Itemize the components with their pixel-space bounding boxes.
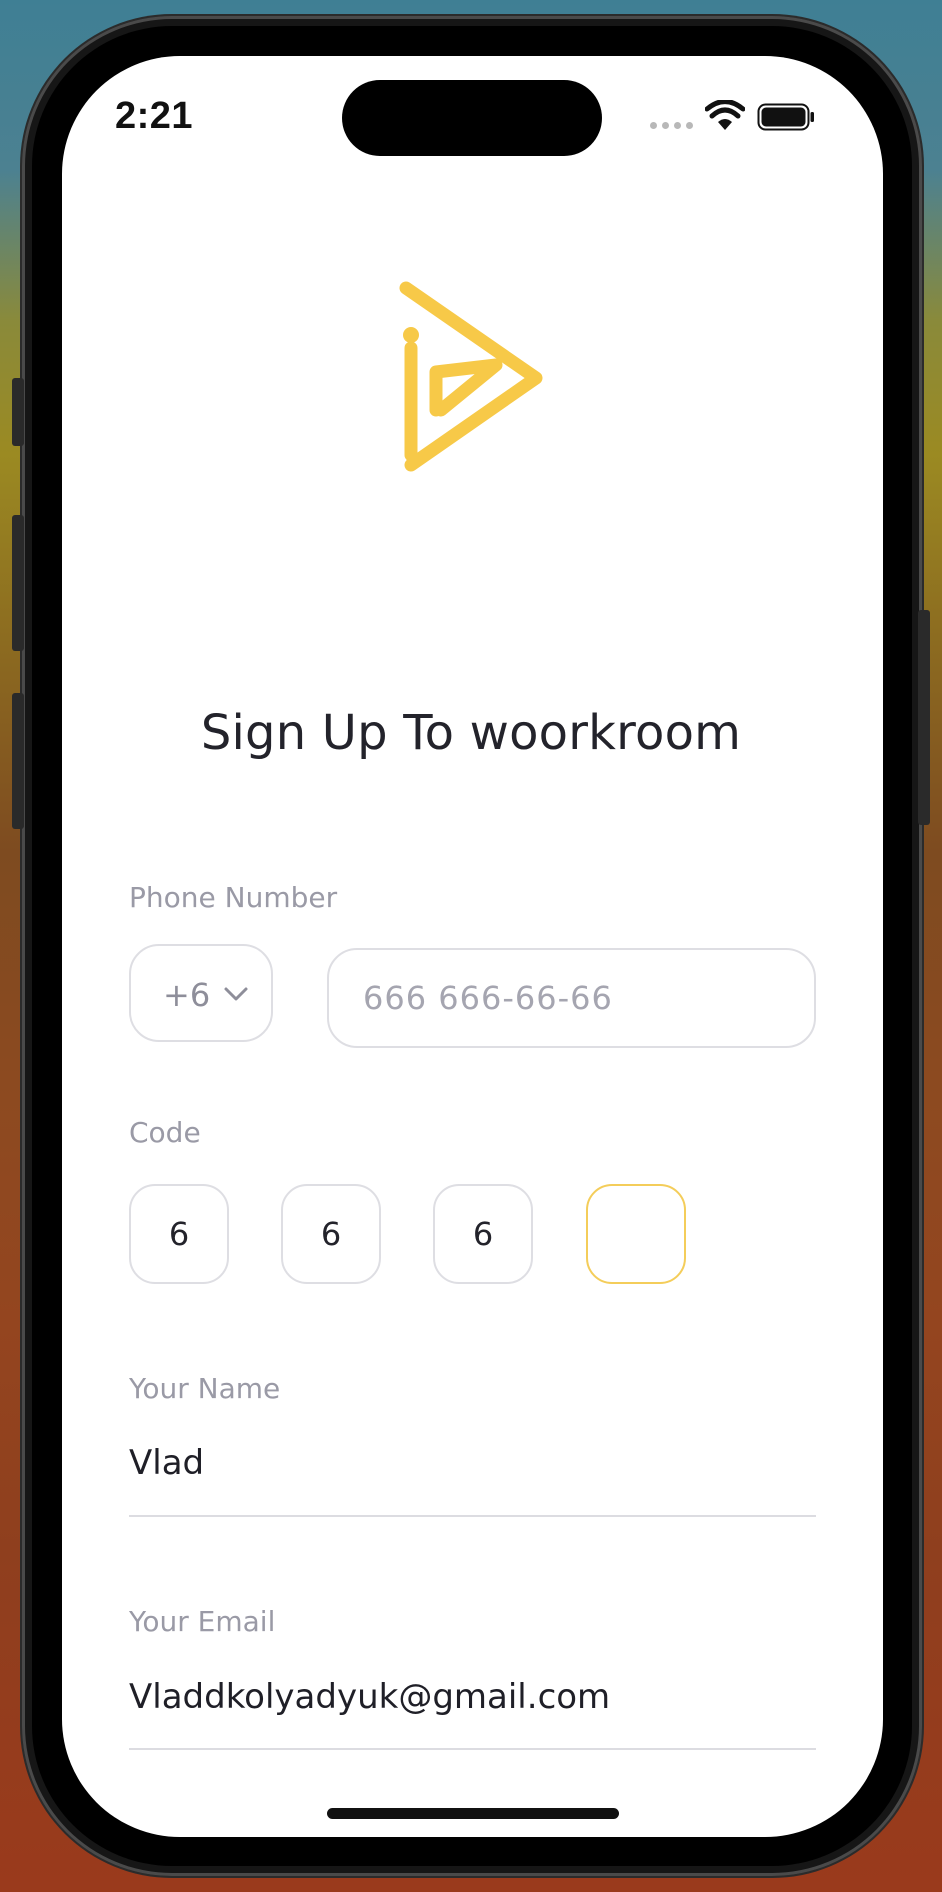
page-title: Sign Up To woorkroom	[200, 705, 742, 761]
country-code-select[interactable]: +6	[129, 944, 273, 1042]
chevron-down-icon	[224, 987, 248, 1001]
country-code-value: +6	[163, 976, 211, 1014]
phone-number-label: Phone Number	[129, 881, 338, 914]
woorkroom-logo-icon	[399, 281, 543, 472]
email-field[interactable]: Vladdkolyadyuk@gmail.com	[129, 1677, 610, 1717]
battery-icon	[757, 103, 814, 131]
home-indicator[interactable]	[327, 1808, 619, 1819]
code-digit-2[interactable]: 6	[281, 1184, 381, 1284]
phone-number-input[interactable]	[327, 948, 816, 1048]
volume-up-button	[12, 515, 24, 651]
code-label: Code	[129, 1116, 201, 1149]
status-time: 2:21	[115, 95, 194, 137]
email-label: Your Email	[129, 1605, 276, 1638]
name-field[interactable]: Vlad	[129, 1443, 204, 1483]
name-underline	[129, 1515, 816, 1517]
code-digit-3[interactable]: 6	[433, 1184, 533, 1284]
wifi-icon	[705, 100, 745, 130]
action-button	[12, 378, 24, 446]
code-digit-4[interactable]	[586, 1184, 686, 1284]
dynamic-island	[342, 80, 602, 156]
name-label: Your Name	[129, 1372, 281, 1405]
cellular-signal-icon	[650, 122, 694, 130]
email-underline	[129, 1748, 816, 1750]
code-digit-1[interactable]: 6	[129, 1184, 229, 1284]
